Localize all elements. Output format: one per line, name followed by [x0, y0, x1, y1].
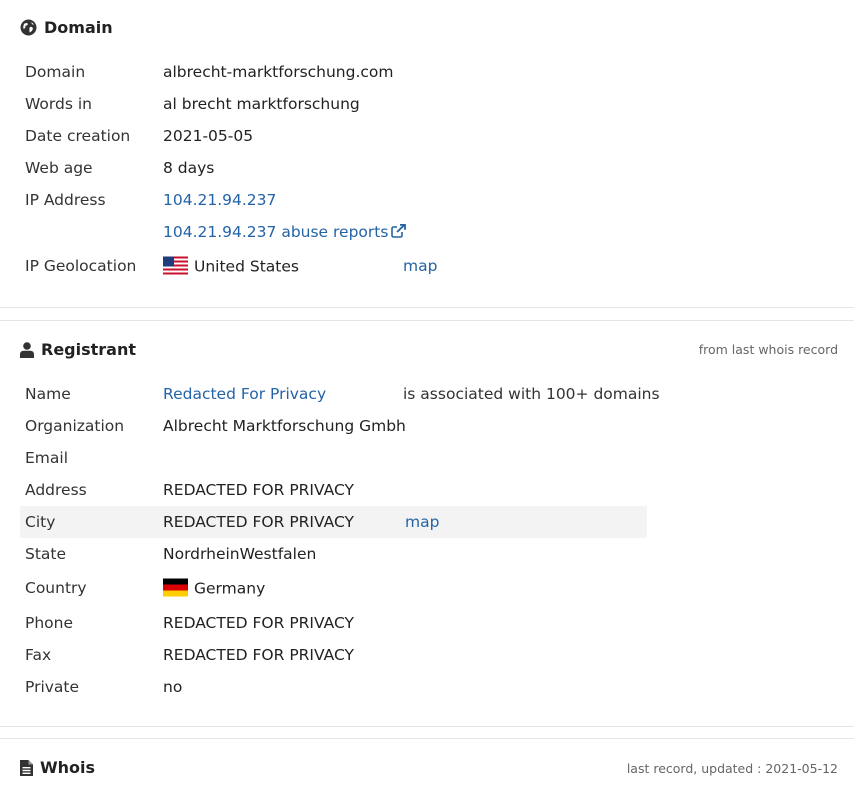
- country-label: Country: [25, 579, 87, 597]
- registrant-section-header: Registrant: [20, 340, 136, 359]
- name-label: Name: [25, 385, 71, 403]
- ip-address-link[interactable]: 104.21.94.237: [163, 191, 276, 209]
- abuse-reports-link[interactable]: 104.21.94.237 abuse reports: [163, 223, 407, 241]
- registrant-name-row: Name Redacted For Privacy is associated …: [20, 378, 660, 410]
- private-row: Private no: [20, 671, 647, 703]
- document-icon: [20, 759, 33, 776]
- email-row: Email: [20, 442, 647, 474]
- address-value: REDACTED FOR PRIVACY: [163, 481, 354, 499]
- address-label: Address: [25, 481, 87, 499]
- country-value: Germany: [163, 578, 266, 598]
- state-label: State: [25, 545, 67, 563]
- organization-value: Albrecht Marktforschung Gmbh: [163, 417, 406, 435]
- organization-label: Organization: [25, 417, 125, 435]
- web-age-row: Web age 8 days: [20, 152, 647, 184]
- abuse-reports-row: 104.21.94.237 abuse reports: [20, 216, 647, 248]
- ip-geolocation-value: United States: [163, 256, 299, 276]
- ip-address-label: IP Address: [25, 191, 106, 209]
- fax-row: Fax REDACTED FOR PRIVACY: [20, 639, 647, 671]
- state-value: NordrheinWestfalen: [163, 545, 317, 563]
- address-row: Address REDACTED FOR PRIVACY: [20, 474, 647, 506]
- phone-row: Phone REDACTED FOR PRIVACY: [20, 607, 647, 639]
- associated-domains-text: is associated with 100+ domains: [403, 385, 660, 403]
- globe-icon: [20, 19, 37, 36]
- date-creation-value: 2021-05-05: [163, 127, 254, 145]
- whois-section-header: Whois: [20, 758, 95, 777]
- city-label: City: [25, 513, 56, 531]
- words-in-label: Words in: [25, 95, 92, 113]
- registrant-section-title: Registrant: [41, 340, 137, 359]
- private-value: no: [163, 678, 183, 696]
- email-label: Email: [25, 449, 69, 467]
- de-flag-icon: [163, 578, 188, 597]
- external-link-icon: [391, 224, 407, 238]
- city-row: City REDACTED FOR PRIVACY map: [20, 506, 647, 538]
- registrant-name-link[interactable]: Redacted For Privacy: [163, 385, 326, 403]
- city-map-link[interactable]: map: [405, 513, 439, 531]
- ip-geolocation-row: IP Geolocation United States map: [20, 250, 647, 282]
- ip-geolocation-country: United States: [194, 257, 299, 276]
- registrant-section: Registrant from last whois record Name R…: [0, 320, 854, 727]
- ip-geolocation-label: IP Geolocation: [25, 257, 137, 275]
- whois-section: Whois last record, updated : 2021-05-12: [0, 738, 854, 788]
- organization-row: Organization Albrecht Marktforschung Gmb…: [20, 410, 647, 442]
- domain-value: albrecht-marktforschung.com: [163, 63, 394, 81]
- private-label: Private: [25, 678, 80, 696]
- city-value: REDACTED FOR PRIVACY: [163, 513, 354, 531]
- date-creation-row: Date creation 2021-05-05: [20, 120, 647, 152]
- whois-section-title: Whois: [40, 758, 96, 777]
- us-flag-icon: [163, 256, 188, 275]
- user-icon: [20, 341, 34, 358]
- date-creation-label: Date creation: [25, 127, 131, 145]
- domain-section-title: Domain: [44, 18, 113, 37]
- phone-value: REDACTED FOR PRIVACY: [163, 614, 354, 632]
- domain-section: Domain Domain albrecht-marktforschung.co…: [0, 0, 854, 308]
- ip-geolocation-map-link[interactable]: map: [403, 257, 437, 275]
- domain-section-header: Domain: [20, 18, 113, 37]
- words-in-row: Words in al brecht marktforschung: [20, 88, 647, 120]
- web-age-label: Web age: [25, 159, 93, 177]
- domain-row: Domain albrecht-marktforschung.com: [20, 56, 647, 88]
- whois-note: last record, updated : 2021-05-12: [626, 761, 838, 776]
- fax-value: REDACTED FOR PRIVACY: [163, 646, 354, 664]
- words-in-value: al brecht marktforschung: [163, 95, 360, 113]
- state-row: State NordrheinWestfalen: [20, 538, 647, 570]
- domain-label: Domain: [25, 63, 86, 81]
- country-row: Country Germany: [20, 572, 647, 604]
- country-name: Germany: [194, 579, 266, 598]
- abuse-reports-text: 104.21.94.237 abuse reports: [163, 223, 389, 241]
- registrant-note: from last whois record: [698, 342, 838, 357]
- phone-label: Phone: [25, 614, 74, 632]
- ip-address-row: IP Address 104.21.94.237: [20, 184, 647, 216]
- fax-label: Fax: [25, 646, 52, 664]
- web-age-value: 8 days: [163, 159, 215, 177]
